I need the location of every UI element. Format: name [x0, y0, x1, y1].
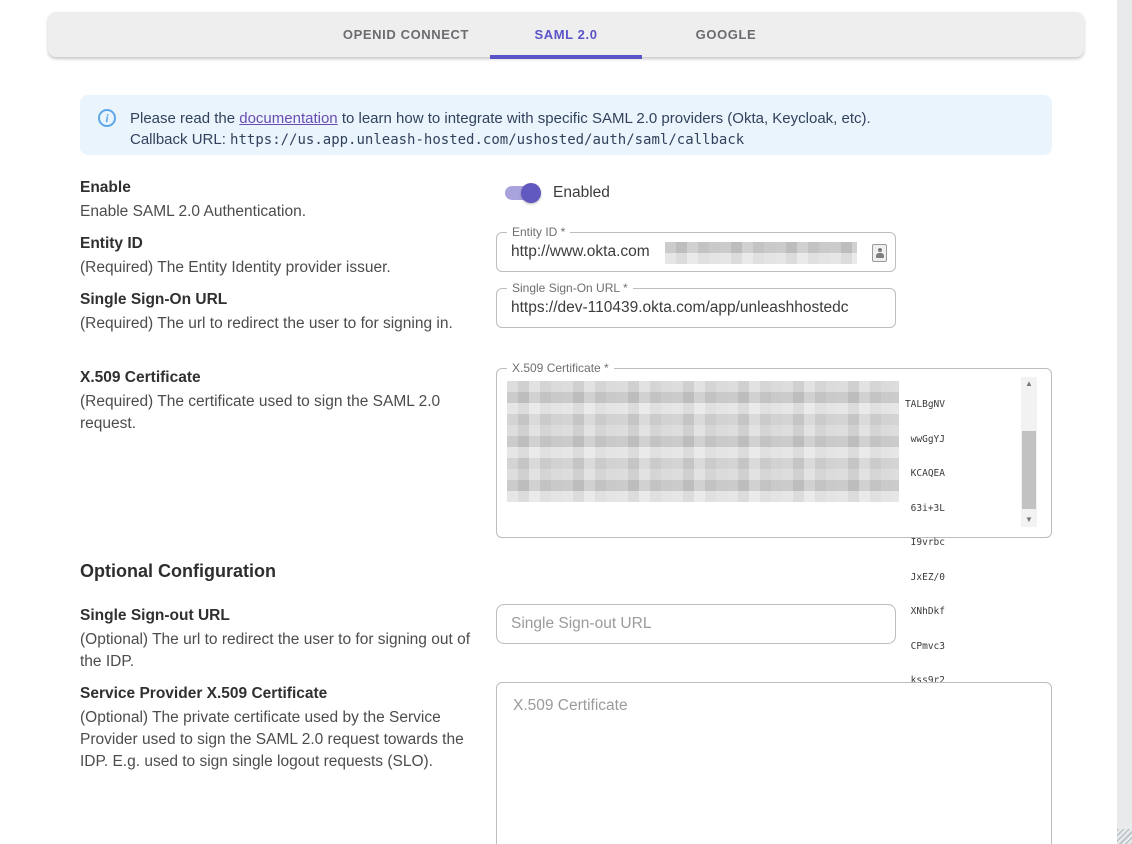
scrollbar-thumb[interactable]: [1022, 431, 1036, 509]
signout-label-block: Single Sign-out URL (Optional) The url t…: [80, 605, 488, 673]
certificate-label-block: X.509 Certificate (Required) The certifi…: [80, 367, 488, 435]
certificate-redaction: [507, 381, 899, 502]
signout-title: Single Sign-out URL: [80, 605, 488, 627]
active-tab-indicator: [490, 55, 642, 59]
cert-line: I9vrbc: [509, 537, 945, 549]
certificate-field-label: X.509 Certificate *: [507, 361, 614, 375]
alert-text-after-link: to learn how to integrate with specific …: [338, 110, 871, 127]
cert-line: JxEZ/0: [509, 572, 945, 584]
sso-settings-page: OPENID CONNECT SAML 2.0 GOOGLE i Please …: [0, 0, 1132, 844]
signout-field: [496, 604, 896, 644]
documentation-link[interactable]: documentation: [239, 110, 337, 127]
sso-url-field: Single Sign-On URL *: [496, 288, 896, 328]
entity-id-redaction: [665, 242, 857, 264]
callback-url-line: Callback URL: https://us.app.unleash-hos…: [130, 129, 871, 151]
tab-google[interactable]: GOOGLE: [646, 12, 806, 57]
alert-text-before-link: Please read the: [130, 110, 239, 127]
enabled-toggle[interactable]: [503, 181, 541, 205]
sso-url-label-block: Single Sign-On URL (Required) The url to…: [80, 289, 488, 335]
signout-description: (Optional) The url to redirect the user …: [80, 629, 488, 673]
entity-id-title: Entity ID: [80, 233, 488, 255]
enable-toggle-row: Enabled: [503, 181, 610, 205]
info-alert: i Please read the documentation to learn…: [80, 95, 1052, 155]
entity-id-label-block: Entity ID (Required) The Entity Identity…: [80, 233, 488, 279]
entity-id-field: Entity ID *: [496, 232, 896, 272]
toggle-thumb: [521, 183, 541, 203]
scroll-up-arrow-icon[interactable]: ▲: [1021, 377, 1037, 391]
autofill-person-icon[interactable]: [872, 244, 887, 262]
sp-certificate-textarea[interactable]: [496, 682, 1052, 844]
optional-configuration-heading: Optional Configuration: [80, 561, 276, 582]
window-scrollbar[interactable]: [1117, 0, 1132, 844]
entity-id-field-label: Entity ID *: [507, 225, 570, 239]
signout-url-input[interactable]: [497, 605, 895, 643]
certificate-textarea[interactable]: X.509 Certificate * TALBgNV wwGgYJ KCAQE…: [496, 368, 1052, 538]
sp-certificate-title: Service Provider X.509 Certificate: [80, 683, 488, 705]
enable-label-block: Enable Enable SAML 2.0 Authentication.: [80, 177, 488, 223]
certificate-description: (Required) The certificate used to sign …: [80, 391, 488, 435]
sso-provider-tabs: OPENID CONNECT SAML 2.0 GOOGLE: [48, 12, 1084, 57]
sp-certificate-label-block: Service Provider X.509 Certificate (Opti…: [80, 683, 488, 773]
sso-url-description: (Required) The url to redirect the user …: [80, 313, 488, 335]
tab-openid-connect[interactable]: OPENID CONNECT: [326, 12, 486, 57]
certificate-scrollbar[interactable]: ▲ ▼: [1021, 377, 1037, 527]
tab-label: SAML 2.0: [534, 27, 597, 42]
certificate-title: X.509 Certificate: [80, 367, 488, 389]
callback-url-value: https://us.app.unleash-hosted.com/ushost…: [230, 132, 744, 148]
sso-url-title: Single Sign-On URL: [80, 289, 488, 311]
toggle-label: Enabled: [553, 184, 610, 202]
cert-line: 63i+3L: [509, 503, 945, 515]
callback-url-label: Callback URL:: [130, 131, 230, 148]
entity-id-description: (Required) The Entity Identity provider …: [80, 257, 488, 279]
info-icon: i: [98, 109, 116, 127]
scroll-down-arrow-icon[interactable]: ▼: [1021, 513, 1037, 527]
enable-title: Enable: [80, 177, 488, 199]
sso-url-field-label: Single Sign-On URL *: [507, 281, 633, 295]
tab-label: GOOGLE: [696, 27, 757, 42]
tab-label: OPENID CONNECT: [343, 27, 469, 42]
tab-saml-2-0[interactable]: SAML 2.0: [486, 12, 646, 57]
resize-grip-icon: [1117, 829, 1132, 844]
enable-description: Enable SAML 2.0 Authentication.: [80, 201, 488, 223]
alert-text: Please read the documentation to learn h…: [130, 108, 871, 129]
sp-certificate-description: (Optional) The private certificate used …: [80, 707, 488, 773]
